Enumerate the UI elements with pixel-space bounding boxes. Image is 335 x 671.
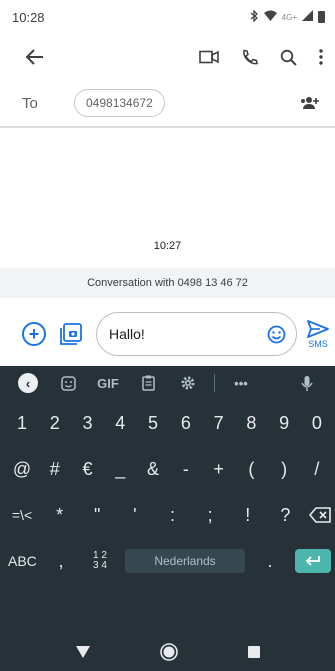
microphone-icon[interactable]: [287, 375, 327, 392]
key[interactable]: &: [139, 459, 167, 480]
emoji-icon[interactable]: [267, 325, 286, 344]
battery-icon: [318, 11, 325, 23]
key[interactable]: 4: [106, 413, 134, 434]
recipient-chip[interactable]: 0498134672: [74, 89, 165, 117]
gallery-icon[interactable]: [60, 323, 82, 345]
key[interactable]: 8: [237, 413, 265, 434]
nav-home-icon[interactable]: [159, 642, 178, 666]
sticker-icon[interactable]: [48, 375, 88, 391]
key[interactable]: #: [41, 459, 69, 480]
key[interactable]: 1: [8, 413, 36, 434]
nav-back-icon[interactable]: [75, 645, 90, 663]
key[interactable]: /: [303, 459, 331, 480]
key[interactable]: ): [270, 459, 298, 480]
add-attachment-button[interactable]: +: [22, 322, 46, 346]
app-bar-actions: [199, 49, 323, 66]
key[interactable]: :: [159, 505, 187, 526]
key[interactable]: ;: [196, 505, 224, 526]
keyboard-collapse-button[interactable]: ‹: [8, 373, 48, 393]
nav-recents-icon[interactable]: [247, 645, 260, 663]
key[interactable]: 6: [172, 413, 200, 434]
key[interactable]: @: [8, 459, 36, 480]
network-type: 4G+: [281, 12, 297, 22]
key[interactable]: !: [234, 505, 262, 526]
to-label: To: [22, 94, 38, 112]
fraction-key[interactable]: 1 2 3 4: [86, 551, 114, 571]
key[interactable]: *: [46, 505, 74, 526]
keyboard-row-numbers: 1 2 3 4 5 6 7 8 9 0: [0, 400, 335, 446]
backspace-icon[interactable]: [309, 507, 331, 523]
video-call-icon[interactable]: [199, 50, 219, 64]
send-icon: [307, 319, 329, 338]
message-text[interactable]: Hallo!: [109, 326, 267, 342]
period-key[interactable]: .: [256, 551, 284, 572]
recipient-row: To 0498134672: [0, 80, 335, 128]
key[interactable]: +: [205, 459, 233, 480]
keyboard-row-bottom: ABC , 1 2 3 4 Nederlands .: [0, 538, 335, 584]
key[interactable]: ': [121, 505, 149, 526]
search-icon[interactable]: [280, 49, 297, 66]
key[interactable]: (: [237, 459, 265, 480]
status-time: 10:28: [12, 9, 45, 25]
toolbar-divider: [214, 374, 215, 392]
settings-gear-icon[interactable]: [168, 375, 208, 391]
enter-key[interactable]: [295, 549, 331, 573]
key[interactable]: 0: [303, 413, 331, 434]
key[interactable]: 7: [205, 413, 233, 434]
key-more-symbols[interactable]: =\<: [8, 507, 36, 523]
add-person-icon[interactable]: [299, 96, 321, 110]
gif-button[interactable]: GIF: [88, 376, 128, 391]
space-bar[interactable]: Nederlands: [125, 549, 245, 573]
compose-row: + Hallo! SMS: [0, 306, 335, 362]
more-options-icon[interactable]: [319, 49, 323, 65]
key[interactable]: 2: [41, 413, 69, 434]
clipboard-icon[interactable]: [128, 375, 168, 391]
app-bar: [0, 34, 335, 80]
phone-call-icon[interactable]: [241, 49, 258, 66]
key[interactable]: 3: [74, 413, 102, 434]
keyboard: ‹ GIF ••• 1 2 3 4 5 6 7 8 9 0 @ # € _ & …: [0, 366, 335, 637]
abc-key[interactable]: ABC: [8, 553, 37, 569]
key[interactable]: ?: [271, 505, 299, 526]
key[interactable]: 9: [270, 413, 298, 434]
send-sms-button[interactable]: SMS: [307, 319, 329, 349]
key[interactable]: -: [172, 459, 200, 480]
keyboard-row-symbols: @ # € _ & - + ( ) /: [0, 446, 335, 492]
send-label: SMS: [308, 338, 328, 349]
key[interactable]: 5: [139, 413, 167, 434]
keyboard-toolbar: ‹ GIF •••: [0, 366, 335, 400]
signal-icon: [302, 10, 313, 24]
status-icons: 4G+: [250, 8, 325, 25]
system-nav-bar: [0, 637, 335, 671]
status-bar: 10:28 4G+: [0, 0, 335, 34]
keyboard-row-punctuation: =\< * " ' : ; ! ?: [0, 492, 335, 538]
conversation-banner: Conversation with 0498 13 46 72: [0, 268, 335, 298]
message-timestamp: 10:27: [153, 240, 182, 252]
enter-icon: [305, 556, 320, 566]
key[interactable]: ": [83, 505, 111, 526]
key[interactable]: _: [106, 459, 134, 480]
wifi-icon: [263, 10, 277, 24]
comma-key[interactable]: ,: [47, 551, 75, 572]
message-input[interactable]: Hallo!: [96, 312, 297, 356]
fraction-key-bottom: 3 4: [93, 560, 107, 571]
more-tools-button[interactable]: •••: [221, 376, 261, 391]
back-arrow-icon[interactable]: [20, 49, 50, 65]
key[interactable]: €: [74, 459, 102, 480]
bluetooth-icon: [250, 8, 259, 25]
